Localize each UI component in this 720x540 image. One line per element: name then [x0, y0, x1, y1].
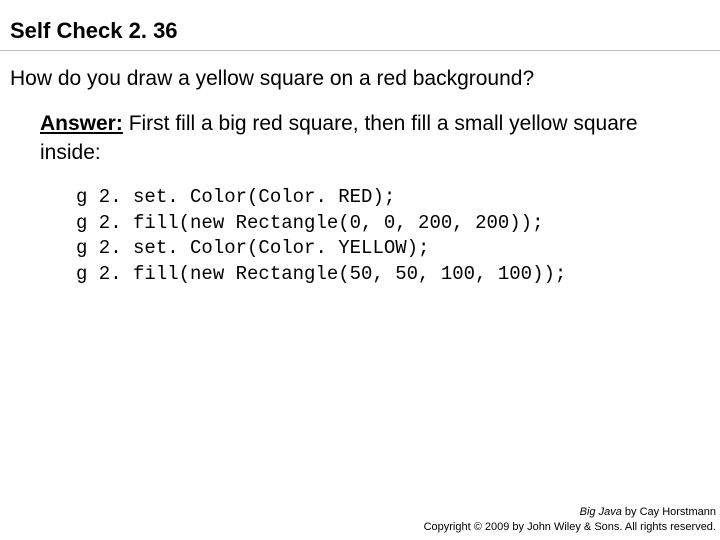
- code-line-3: g 2. set. Color(Color. YELLOW);: [76, 237, 429, 259]
- footer-line-1: Big Java by Cay Horstmann: [424, 505, 716, 519]
- answer-text: First fill a big red square, then fill a…: [40, 112, 638, 163]
- footer-copyright: Copyright © 2009 by John Wiley & Sons. A…: [424, 520, 716, 534]
- slide-title: Self Check 2. 36: [0, 0, 720, 50]
- book-title: Big Java: [580, 506, 622, 518]
- code-line-2: g 2. fill(new Rectangle(0, 0, 200, 200))…: [76, 212, 543, 234]
- answer-block: Answer: First fill a big red square, the…: [0, 102, 720, 175]
- footer-byline: by Cay Horstmann: [622, 506, 716, 518]
- question-text: How do you draw a yellow square on a red…: [0, 51, 720, 102]
- code-block: g 2. set. Color(Color. RED); g 2. fill(n…: [0, 175, 720, 298]
- code-line-4: g 2. fill(new Rectangle(50, 50, 100, 100…: [76, 263, 566, 285]
- footer: Big Java by Cay Horstmann Copyright © 20…: [424, 505, 716, 534]
- code-line-1: g 2. set. Color(Color. RED);: [76, 186, 395, 208]
- answer-label: Answer:: [40, 112, 123, 135]
- slide: Self Check 2. 36 How do you draw a yello…: [0, 0, 720, 540]
